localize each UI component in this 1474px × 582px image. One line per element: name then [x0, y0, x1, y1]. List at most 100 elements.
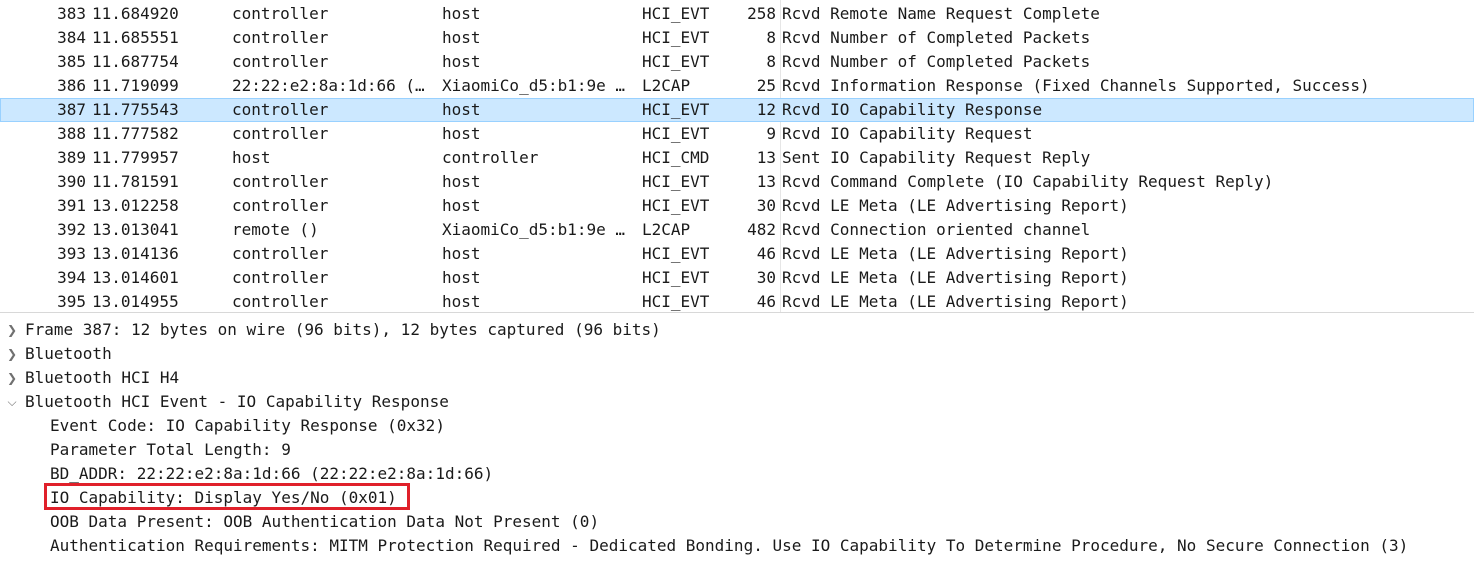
packet-info: Rcvd Number of Completed Packets — [782, 52, 1091, 71]
packet-number: 384 — [57, 28, 86, 47]
tree-label: Bluetooth — [25, 344, 112, 363]
packet-row[interactable]: 395 13.014955 controller host HCI_EVT 46… — [0, 290, 1474, 312]
packet-info: Rcvd Information Response (Fixed Channel… — [782, 76, 1370, 95]
field-label: Authentication Requirements: MITM Protec… — [50, 536, 1409, 555]
packet-info: Rcvd IO Capability Response — [782, 100, 1043, 119]
field-io-capability[interactable]: IO Capability: Display Yes/No (0x01) — [0, 486, 1474, 510]
packet-destination: host — [442, 196, 481, 215]
packet-source: controller — [232, 124, 329, 143]
packet-row[interactable]: 391 13.012258 controller host HCI_EVT 30… — [0, 194, 1474, 218]
packet-destination: host — [442, 100, 481, 119]
packet-destination: host — [442, 244, 481, 263]
packet-info: Rcvd Number of Completed Packets — [782, 28, 1091, 47]
packet-number: 387 — [57, 100, 86, 119]
packet-length: 12 — [756, 100, 776, 119]
packet-length: 8 — [766, 28, 776, 47]
chevron-right-icon[interactable]: ❯ — [5, 366, 19, 390]
packet-time: 13.014601 — [92, 268, 179, 287]
packet-source: controller — [232, 244, 329, 263]
packet-time: 13.013041 — [92, 220, 179, 239]
chevron-down-icon[interactable]: ⌵ — [5, 390, 19, 414]
packet-row[interactable]: 385 11.687754 controller host HCI_EVT 8 … — [0, 50, 1474, 74]
packet-length: 13 — [756, 148, 776, 167]
packet-number: 385 — [57, 52, 86, 71]
packet-row[interactable]: 389 11.779957 host controller HCI_CMD 13… — [0, 146, 1474, 170]
packet-length: 46 — [756, 244, 776, 263]
packet-number: 393 — [57, 244, 86, 263]
packet-destination: host — [442, 268, 481, 287]
packet-list: 383 11.684920 controller host HCI_EVT 25… — [0, 0, 1474, 313]
packet-protocol: HCI_EVT — [642, 52, 710, 71]
chevron-right-icon[interactable]: ❯ — [5, 342, 19, 366]
packet-destination: host — [442, 28, 481, 47]
packet-info: Rcvd Connection oriented channel — [782, 220, 1091, 239]
packet-row[interactable]: 394 13.014601 controller host HCI_EVT 30… — [0, 266, 1474, 290]
packet-time: 11.775543 — [92, 100, 179, 119]
packet-length: 258 — [747, 4, 776, 23]
packet-row[interactable]: 383 11.684920 controller host HCI_EVT 25… — [0, 2, 1474, 26]
packet-time: 11.779957 — [92, 148, 179, 167]
packet-destination: host — [442, 292, 481, 311]
packet-length: 25 — [756, 76, 776, 95]
packet-row[interactable]: 393 13.014136 controller host HCI_EVT 46… — [0, 242, 1474, 266]
field-label: Event Code: IO Capability Response (0x32… — [50, 416, 445, 435]
field-parameter-length[interactable]: Parameter Total Length: 9 — [0, 438, 1474, 462]
packet-time: 11.777582 — [92, 124, 179, 143]
packet-protocol: HCI_EVT — [642, 172, 710, 191]
packet-number: 394 — [57, 268, 86, 287]
packet-length: 9 — [766, 124, 776, 143]
packet-number: 386 — [57, 76, 86, 95]
packet-number: 390 — [57, 172, 86, 191]
tree-node-hci-h4[interactable]: ❯ Bluetooth HCI H4 — [0, 366, 1474, 390]
packet-info: Rcvd IO Capability Request — [782, 124, 1033, 143]
packet-source: controller — [232, 196, 329, 215]
packet-destination: XiaomiCo_d5:b1:9e … — [442, 220, 626, 239]
packet-length: 30 — [756, 268, 776, 287]
packet-time: 13.014955 — [92, 292, 179, 311]
field-label: OOB Data Present: OOB Authentication Dat… — [50, 512, 600, 531]
packet-source: controller — [232, 172, 329, 191]
packet-number: 383 — [57, 4, 86, 23]
packet-source: controller — [232, 292, 329, 311]
tree-node-hci-event[interactable]: ⌵ Bluetooth HCI Event - IO Capability Re… — [0, 390, 1474, 414]
packet-time: 13.012258 — [92, 196, 179, 215]
packet-row[interactable]: 388 11.777582 controller host HCI_EVT 9 … — [0, 122, 1474, 146]
packet-source: controller — [232, 52, 329, 71]
packet-row[interactable]: 386 11.719099 22:22:e2:8a:1d:66 (… Xiaom… — [0, 74, 1474, 98]
packet-destination: host — [442, 172, 481, 191]
tree-label: Frame 387: 12 bytes on wire (96 bits), 1… — [25, 320, 661, 339]
packet-protocol: L2CAP — [642, 220, 691, 239]
packet-destination: controller — [442, 148, 539, 167]
packet-protocol: HCI_CMD — [642, 148, 710, 167]
packet-time: 11.719099 — [92, 76, 179, 95]
field-event-code[interactable]: Event Code: IO Capability Response (0x32… — [0, 414, 1474, 438]
packet-time: 11.781591 — [92, 172, 179, 191]
packet-source: controller — [232, 28, 329, 47]
packet-row[interactable]: 384 11.685551 controller host HCI_EVT 8 … — [0, 26, 1474, 50]
packet-number: 389 — [57, 148, 86, 167]
field-auth-requirements[interactable]: Authentication Requirements: MITM Protec… — [0, 534, 1474, 558]
packet-info: Rcvd Remote Name Request Complete — [782, 4, 1100, 23]
tree-label: Bluetooth HCI Event - IO Capability Resp… — [25, 392, 449, 411]
packet-info: Rcvd LE Meta (LE Advertising Report) — [782, 268, 1129, 287]
packet-row-selected[interactable]: 387 11.775543 controller host HCI_EVT 12… — [0, 98, 1474, 122]
packet-protocol: HCI_EVT — [642, 292, 710, 311]
packet-protocol: HCI_EVT — [642, 100, 710, 119]
packet-row[interactable]: 392 13.013041 remote () XiaomiCo_d5:b1:9… — [0, 218, 1474, 242]
packet-info: Rcvd LE Meta (LE Advertising Report) — [782, 196, 1129, 215]
packet-time: 13.014136 — [92, 244, 179, 263]
packet-source: 22:22:e2:8a:1d:66 (… — [232, 76, 425, 95]
field-oob-data[interactable]: OOB Data Present: OOB Authentication Dat… — [0, 510, 1474, 534]
packet-destination: host — [442, 52, 481, 71]
packet-time: 11.687754 — [92, 52, 179, 71]
packet-source: controller — [232, 4, 329, 23]
tree-node-bluetooth[interactable]: ❯ Bluetooth — [0, 342, 1474, 366]
packet-destination: XiaomiCo_d5:b1:9e … — [442, 76, 626, 95]
packet-time: 11.685551 — [92, 28, 179, 47]
chevron-right-icon[interactable]: ❯ — [5, 318, 19, 342]
field-bd-addr[interactable]: BD_ADDR: 22:22:e2:8a:1d:66 (22:22:e2:8a:… — [0, 462, 1474, 486]
packet-length: 8 — [766, 52, 776, 71]
packet-row[interactable]: 390 11.781591 controller host HCI_EVT 13… — [0, 170, 1474, 194]
tree-node-frame[interactable]: ❯ Frame 387: 12 bytes on wire (96 bits),… — [0, 318, 1474, 342]
packet-details: ❯ Frame 387: 12 bytes on wire (96 bits),… — [0, 316, 1474, 582]
